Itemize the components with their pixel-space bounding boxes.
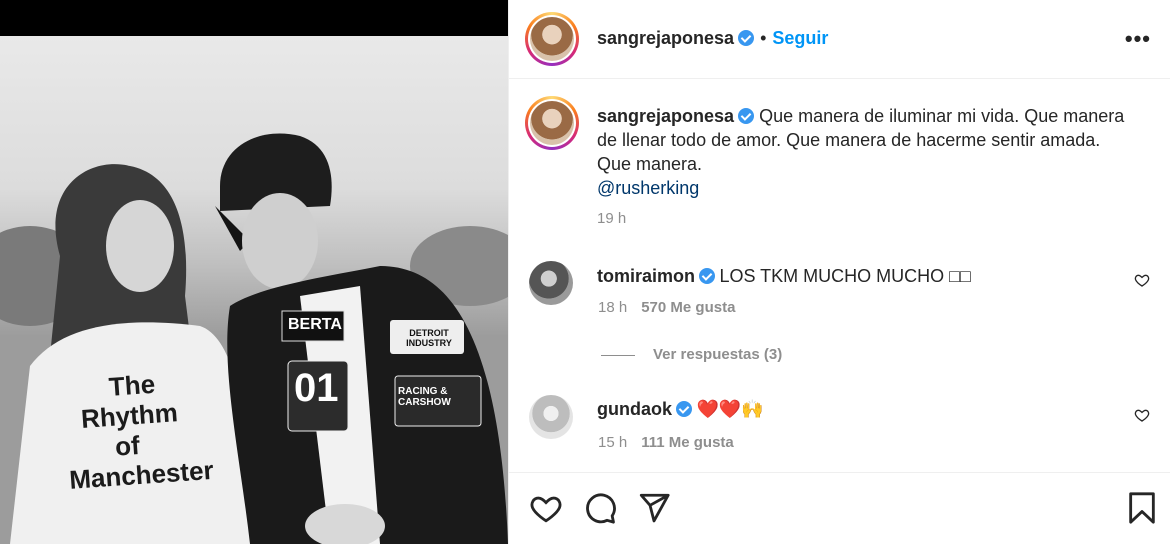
author-username[interactable]: sangrejaponesa <box>597 28 734 48</box>
verified-badge-icon <box>699 268 716 284</box>
comment-text: LOS TKM MUCHO MUCHO □□ <box>719 266 971 286</box>
caption-username[interactable]: sangrejaponesa <box>597 106 734 126</box>
verified-badge-icon <box>676 401 692 417</box>
caption: sangrejaponesa Que manera de iluminar mi… <box>597 104 1137 227</box>
comment-username[interactable]: gundaok <box>597 399 672 419</box>
comment-meta: 15 h 111 Me gusta <box>598 434 734 451</box>
caption-time[interactable]: 19 h <box>597 210 1137 227</box>
comment-item: gundaok ❤️❤️🙌 <box>597 399 764 420</box>
commenter-avatar[interactable] <box>529 261 573 305</box>
avatar-image <box>530 101 574 145</box>
mention-link[interactable]: @rusherking <box>597 178 699 198</box>
comment-icon[interactable] <box>583 491 617 525</box>
commenter-avatar[interactable] <box>529 395 573 439</box>
heart-outline-icon[interactable] <box>1134 407 1150 423</box>
comment-likes[interactable]: 111 Me gusta <box>641 434 734 451</box>
view-replies-label: Ver respuestas (3) <box>653 346 783 363</box>
comment-item: tomiraimon LOS TKM MUCHO MUCHO □□ <box>597 264 971 288</box>
jacket-detroit-patch: DETROIT INDUSTRY <box>406 328 452 348</box>
post-photo[interactable]: The Rhythm of Manchester 01 BERTA DETROI… <box>0 36 508 544</box>
share-icon[interactable] <box>637 491 671 525</box>
follow-button[interactable]: Seguir <box>772 28 828 48</box>
avatar-image <box>530 17 574 61</box>
jacket-racing-patch: RACING & CARSHOW <box>398 386 451 408</box>
author-avatar[interactable] <box>525 12 579 66</box>
heart-outline-icon[interactable] <box>1134 272 1150 288</box>
shirt-print-text: The Rhythm of Manchester <box>62 365 214 495</box>
post-media[interactable]: The Rhythm of Manchester 01 BERTA DETROI… <box>0 0 508 544</box>
action-bar <box>509 472 1170 544</box>
comment-meta: 18 h 570 Me gusta <box>598 299 735 316</box>
verified-badge-icon <box>738 30 755 46</box>
post-header: sangrejaponesa • Seguir ••• <box>509 0 1170 79</box>
author-line: sangrejaponesa • Seguir <box>597 28 828 49</box>
comment-username[interactable]: tomiraimon <box>597 266 695 286</box>
caption-avatar[interactable] <box>525 96 579 150</box>
post-side-panel: sangrejaponesa • Seguir ••• sangrejaponesa… <box>508 0 1170 544</box>
more-options-icon[interactable]: ••• <box>1125 26 1151 52</box>
comment-text: ❤️❤️🙌 <box>696 399 764 420</box>
jacket-number: 01 <box>294 366 339 410</box>
comment-likes[interactable]: 570 Me gusta <box>641 299 735 316</box>
caption-mention-line: @rusherking <box>597 176 1137 200</box>
bookmark-icon[interactable] <box>1125 491 1159 525</box>
comment-time[interactable]: 18 h <box>598 299 627 316</box>
heart-icon[interactable] <box>529 491 563 525</box>
separator-dot: • <box>760 28 767 48</box>
replies-divider <box>601 354 635 356</box>
view-replies-button[interactable]: Ver respuestas (3) <box>601 346 782 363</box>
verified-badge-icon <box>738 108 755 124</box>
comment-time[interactable]: 15 h <box>598 434 627 451</box>
caption-body: sangrejaponesa Que manera de iluminar mi… <box>597 104 1137 176</box>
jacket-brand: BERTA <box>288 316 342 333</box>
